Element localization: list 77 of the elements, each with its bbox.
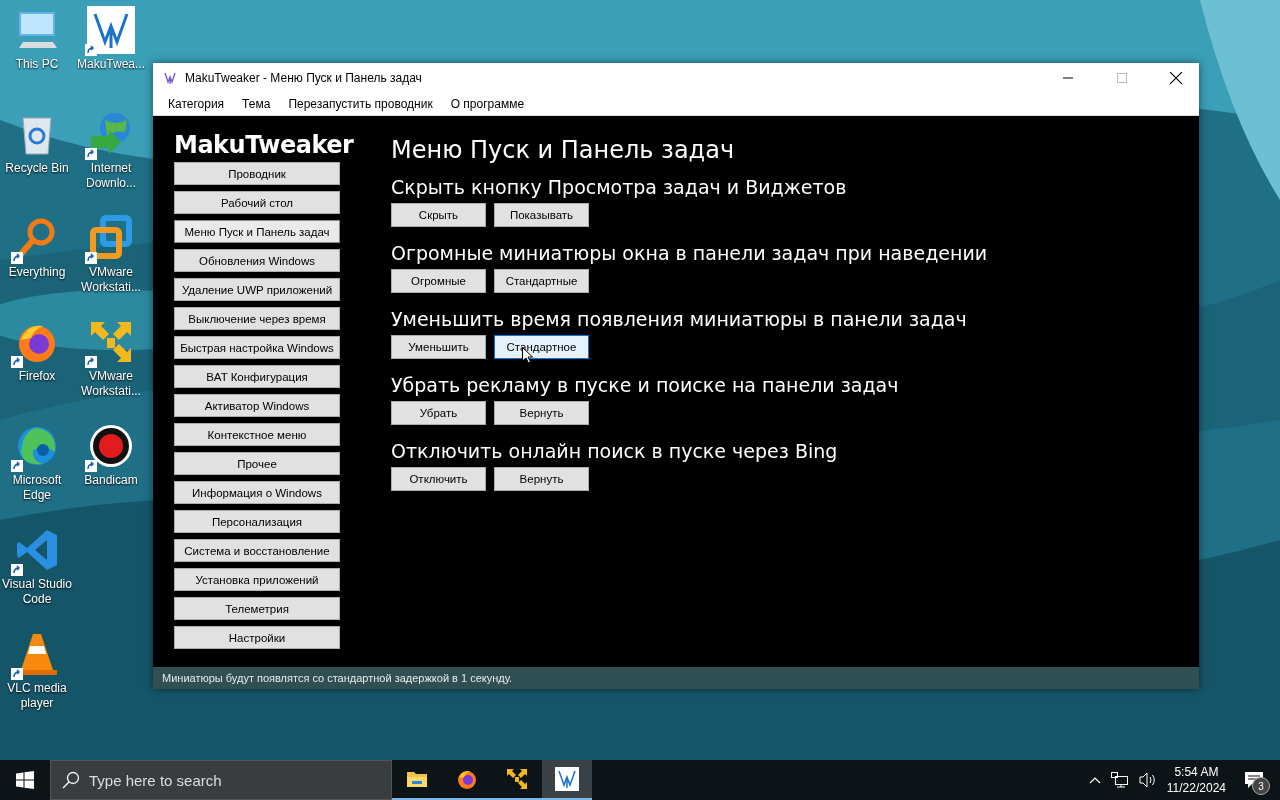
desktop-icon-label[interactable]: VLC media player [0,681,74,711]
category-button[interactable]: Прочее [174,452,340,475]
clock[interactable]: 5:54 AM 11/22/2024 [1166,764,1226,796]
setting-title: Уменьшить время появления миниатюры в панели задач [391,308,968,330]
desktop-icon-label[interactable]: Bandicam [74,473,148,488]
category-button[interactable]: Информация о Windows [174,481,340,504]
action-button[interactable]: Стандартное [494,335,589,359]
shortcut-arrow-icon [85,356,97,368]
menu-item[interactable]: Перезапустить проводник [279,97,442,111]
desktop-icon-label[interactable]: VMware Workstati... [74,265,148,295]
action-button[interactable]: Вернуть [494,401,589,425]
menu-item[interactable]: О программе [441,97,534,111]
search-icon [62,771,80,789]
action-button[interactable]: Огромные [391,269,486,293]
overlapping-squares-icon [87,214,135,262]
chevron-up-icon[interactable] [1088,776,1101,784]
window-title: MakuTweaker - Меню Пуск и Панель задач [185,71,423,85]
action-button[interactable]: Уменьшить [391,335,486,359]
desktop-icon-label[interactable]: Recycle Bin [0,161,74,176]
arrows-icon [505,767,529,791]
shortcut-arrow-icon [85,44,97,56]
category-button[interactable]: Меню Пуск и Панель задач [174,220,340,243]
shortcut-arrow-icon [11,356,23,368]
category-button[interactable]: Персонализация [174,510,340,533]
shortcut-arrow-icon [85,460,97,472]
category-button[interactable]: BAT Конфигурация [174,365,340,388]
category-button[interactable]: Телеметрия [174,597,340,620]
status-text: Миниатюры будут появлятся со стандартной задержкой в 1 секунду. [162,672,513,684]
windows-logo-icon [16,771,34,789]
taskbar-app-button[interactable] [542,760,592,800]
category-button[interactable]: Настройки [174,626,340,649]
maku-logo-icon [555,767,579,791]
close-icon [1170,72,1182,84]
action-button[interactable]: Стандартные [494,269,589,293]
network-icon[interactable] [1110,772,1129,788]
action-button[interactable]: Отключить [391,467,486,491]
category-button[interactable]: Система и восстановление [174,539,340,562]
action-button[interactable]: Показывать [494,203,589,227]
maku-logo-icon [87,6,135,54]
shortcut-arrow-icon [11,460,23,472]
category-button[interactable]: Контекстное меню [174,423,340,446]
desktop-icon-label[interactable]: Internet Downlo... [74,161,148,191]
action-button[interactable]: Убрать [391,401,486,425]
desktop-icon-label[interactable]: VMware Workstati... [74,369,148,399]
maximize-icon [1117,73,1127,83]
action-button[interactable]: Скрыть [391,203,486,227]
app-logo-icon [163,71,177,85]
category-button[interactable]: Активатор Windows [174,394,340,417]
volume-icon[interactable] [1138,772,1157,788]
shortcut-arrow-icon [85,252,97,264]
category-button[interactable]: Быстрая настройка Windows [174,336,340,359]
shortcut-arrow-icon [85,148,97,160]
category-button[interactable]: Удаление UWP приложений [174,278,340,301]
category-button[interactable]: Рабочий стол [174,191,340,214]
menu-item[interactable]: Тема [233,97,280,111]
shortcut-arrow-icon [11,252,23,264]
notifications-button[interactable]: 3 [1236,760,1272,800]
setting-title: Скрыть кнопку Просмотра задач и Виджетов [391,176,848,198]
shortcut-arrow-icon [11,564,23,576]
action-button[interactable]: Вернуть [494,467,589,491]
desktop-icon-label[interactable]: Visual Studio Code [0,577,74,607]
setting-title: Убрать рекламу в пуске и поиске на панели задач [391,374,900,396]
setting-title: Огромные миниатюры окна в панели задач при наведении [391,242,988,264]
desktop-icon-label[interactable]: Firefox [0,369,74,384]
shortcut-arrow-icon [11,668,23,680]
setting-title: Отключить онлайн поиск в пуске через Bing [391,440,839,462]
desktop-icon-label[interactable]: Microsoft Edge [0,473,74,503]
search-field[interactable]: Type here to search [50,760,392,800]
record-icon [87,422,135,470]
page-heading: Меню Пуск и Панель задач [391,136,736,164]
menu-item[interactable]: Категория [159,97,234,111]
category-button[interactable]: Проводник [174,162,340,185]
category-button[interactable]: Обновления Windows [174,249,340,272]
category-button[interactable]: Выключение через время [174,307,340,330]
desktop-icon-label[interactable]: Everything [0,265,74,280]
app-title: MakuTweaker [174,131,355,159]
category-button[interactable]: Установка приложений [174,568,340,591]
